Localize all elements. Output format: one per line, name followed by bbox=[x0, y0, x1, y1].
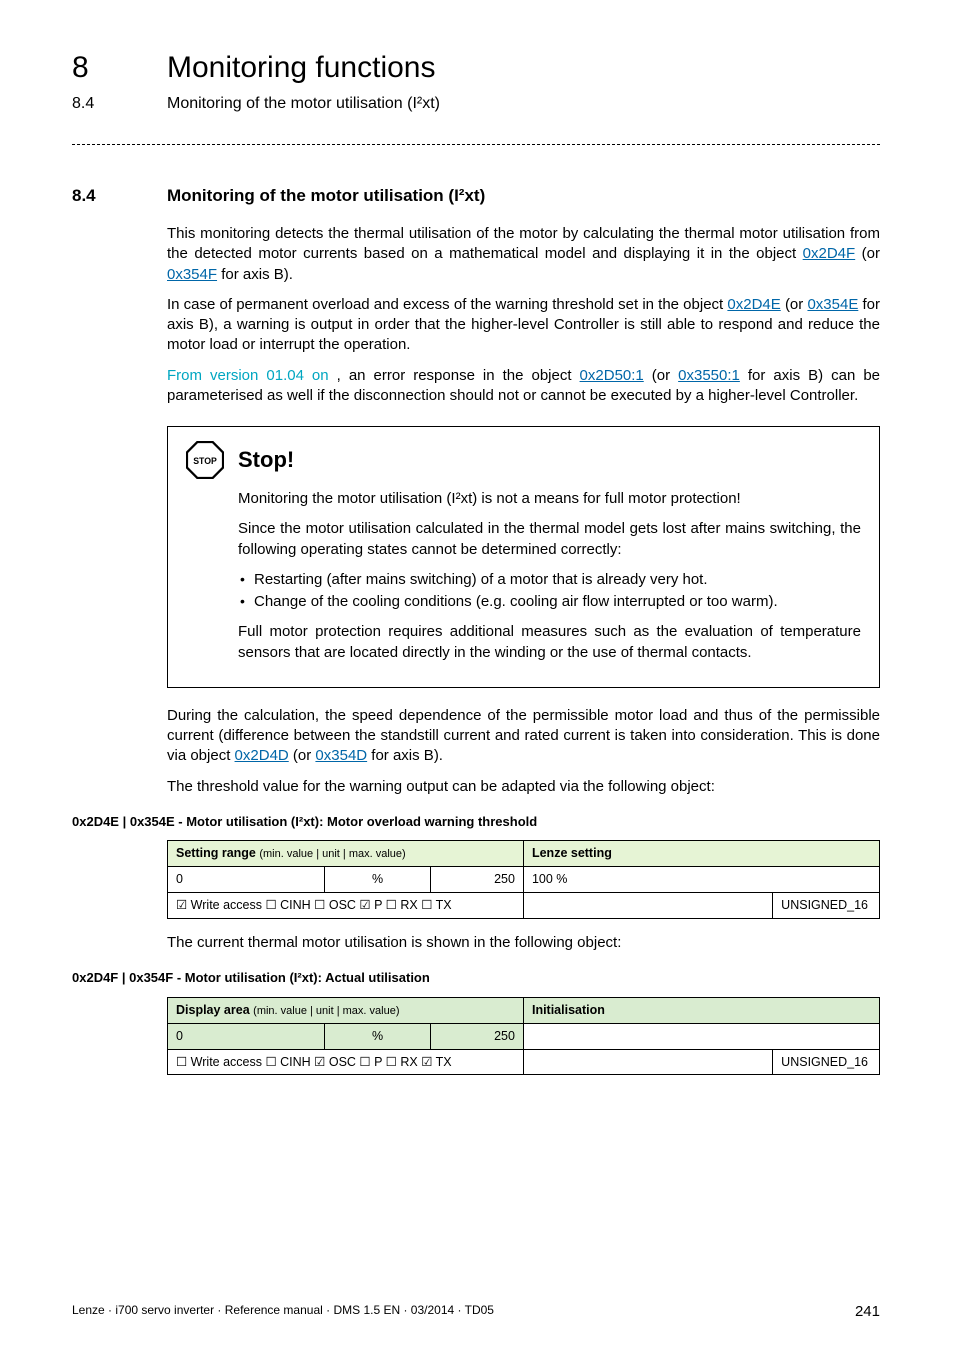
intro-paragraphs: This monitoring detects the thermal util… bbox=[167, 224, 880, 406]
intro-p3-mid2: (or bbox=[652, 367, 678, 384]
chapter-sub-number: 8.4 bbox=[72, 93, 167, 115]
after-stop-p1-post: for axis B). bbox=[371, 747, 443, 764]
intro-p3-version: From version 01.04 on bbox=[167, 367, 329, 384]
intro-p2-text: In case of permanent overload and excess… bbox=[167, 296, 727, 313]
after-stop-paragraphs: During the calculation, the speed depend… bbox=[167, 706, 880, 797]
table2-init bbox=[523, 1023, 879, 1049]
section-title: Monitoring of the motor utilisation (I²x… bbox=[167, 185, 485, 208]
table1-head-left-main: Setting range bbox=[176, 846, 256, 860]
chapter-number: 8 bbox=[72, 48, 167, 89]
link-0x354F[interactable]: 0x354F bbox=[167, 266, 217, 283]
chapter-subheader: 8.4 Monitoring of the motor utilisation … bbox=[72, 93, 880, 115]
table2-access: ☐ Write access ☐ CINH ☑ OSC ☐ P ☐ RX ☑ T… bbox=[168, 1049, 524, 1075]
link-0x2D50-1[interactable]: 0x2D50:1 bbox=[580, 367, 644, 384]
intro-p1-text: This monitoring detects the thermal util… bbox=[167, 225, 880, 262]
stop-label: Stop! bbox=[238, 445, 294, 475]
table1-type: UNSIGNED_16 bbox=[773, 893, 880, 919]
stop-li1: Restarting (after mains switching) of a … bbox=[238, 570, 861, 590]
section-number: 8.4 bbox=[72, 185, 167, 208]
chapter-title: Monitoring functions bbox=[167, 48, 435, 89]
table1: Setting range (min. value | unit | max. … bbox=[167, 840, 880, 919]
table1-min: 0 bbox=[168, 867, 325, 893]
stop-box-wrapper: STOP Stop! Monitoring the motor utilisat… bbox=[167, 426, 880, 688]
table1-access: ☑ Write access ☐ CINH ☐ OSC ☑ P ☐ RX ☐ T… bbox=[168, 893, 524, 919]
table1-row-access: ☑ Write access ☐ CINH ☐ OSC ☑ P ☐ RX ☐ T… bbox=[168, 893, 880, 919]
stop-icon-text: STOP bbox=[193, 456, 217, 466]
table1-row-values: 0 % 250 100 % bbox=[168, 867, 880, 893]
link-0x2D4D[interactable]: 0x2D4D bbox=[235, 747, 289, 764]
intro-p1: This monitoring detects the thermal util… bbox=[167, 224, 880, 285]
link-0x2D4E[interactable]: 0x2D4E bbox=[727, 296, 780, 313]
table2-head-left-main: Display area bbox=[176, 1003, 250, 1017]
table1-max: 250 bbox=[431, 867, 524, 893]
table2-head-right: Initialisation bbox=[523, 997, 879, 1023]
intro-p1-post: for axis B). bbox=[221, 266, 293, 283]
stop-p1: Monitoring the motor utilisation (I²xt) … bbox=[238, 489, 861, 509]
link-0x354D[interactable]: 0x354D bbox=[315, 747, 367, 764]
intro-p2-mid: (or bbox=[785, 296, 808, 313]
after-stop-p2: The threshold value for the warning outp… bbox=[167, 777, 880, 797]
intro-p3: From version 01.04 on , an error respons… bbox=[167, 366, 880, 407]
stop-li2: Change of the cooling conditions (e.g. c… bbox=[238, 592, 861, 612]
link-0x354E[interactable]: 0x354E bbox=[807, 296, 858, 313]
table1-caption: 0x2D4E | 0x354E - Motor utilisation (I²x… bbox=[72, 813, 880, 831]
intro-p1-mid: (or bbox=[862, 245, 880, 262]
table2: Display area (min. value | unit | max. v… bbox=[167, 997, 880, 1076]
table1-unit: % bbox=[324, 867, 431, 893]
table2-head-left: Display area (min. value | unit | max. v… bbox=[168, 997, 524, 1023]
after-stop-p1: During the calculation, the speed depend… bbox=[167, 706, 880, 767]
intro-p3-mid1: , an error response in the object bbox=[337, 367, 580, 384]
footer: Lenze · i700 servo inverter · Reference … bbox=[72, 1302, 880, 1322]
stop-body: Monitoring the motor utilisation (I²xt) … bbox=[238, 489, 861, 663]
table2-access-blank bbox=[523, 1049, 772, 1075]
table2-type: UNSIGNED_16 bbox=[773, 1049, 880, 1075]
stop-p2: Since the motor utilisation calculated i… bbox=[238, 519, 861, 560]
table1-head-left: Setting range (min. value | unit | max. … bbox=[168, 841, 524, 867]
table1-head-right: Lenze setting bbox=[523, 841, 879, 867]
table1-init: 100 % bbox=[523, 867, 879, 893]
stop-list: Restarting (after mains switching) of a … bbox=[238, 570, 861, 613]
table2-head-left-sub: (min. value | unit | max. value) bbox=[253, 1005, 399, 1017]
chapter-header: 8 Monitoring functions bbox=[72, 48, 880, 89]
stop-icon: STOP bbox=[186, 441, 224, 479]
link-0x3550-1[interactable]: 0x3550:1 bbox=[678, 367, 740, 384]
section-heading: 8.4 Monitoring of the motor utilisation … bbox=[72, 185, 880, 208]
intro-p2: In case of permanent overload and excess… bbox=[167, 295, 880, 356]
after-stop-p1-mid: (or bbox=[293, 747, 316, 764]
page-root: 8 Monitoring functions 8.4 Monitoring of… bbox=[0, 0, 954, 1350]
table2-unit: % bbox=[324, 1023, 431, 1049]
footer-left: Lenze · i700 servo inverter · Reference … bbox=[72, 1302, 494, 1322]
table2-caption: 0x2D4F | 0x354F - Motor utilisation (I²x… bbox=[72, 969, 880, 987]
between-tables: The current thermal motor utilisation is… bbox=[167, 933, 880, 953]
table2-min: 0 bbox=[168, 1023, 325, 1049]
link-0x2D4F[interactable]: 0x2D4F bbox=[803, 245, 856, 262]
stop-p3: Full motor protection requires additiona… bbox=[238, 622, 861, 663]
page-number: 241 bbox=[855, 1302, 880, 1322]
table2-row-values: 0 % 250 bbox=[168, 1023, 880, 1049]
table2-max: 250 bbox=[431, 1023, 524, 1049]
stop-header: STOP Stop! bbox=[186, 441, 861, 479]
table2-row-access: ☐ Write access ☐ CINH ☑ OSC ☐ P ☐ RX ☑ T… bbox=[168, 1049, 880, 1075]
table1-head-left-sub2: (min. value | unit | max. value) bbox=[259, 848, 405, 860]
table1-access-blank bbox=[523, 893, 772, 919]
stop-box: STOP Stop! Monitoring the motor utilisat… bbox=[167, 426, 880, 688]
header-divider bbox=[72, 144, 880, 145]
between-tables-p: The current thermal motor utilisation is… bbox=[167, 933, 880, 953]
chapter-sub-title: Monitoring of the motor utilisation (I²x… bbox=[167, 93, 440, 115]
